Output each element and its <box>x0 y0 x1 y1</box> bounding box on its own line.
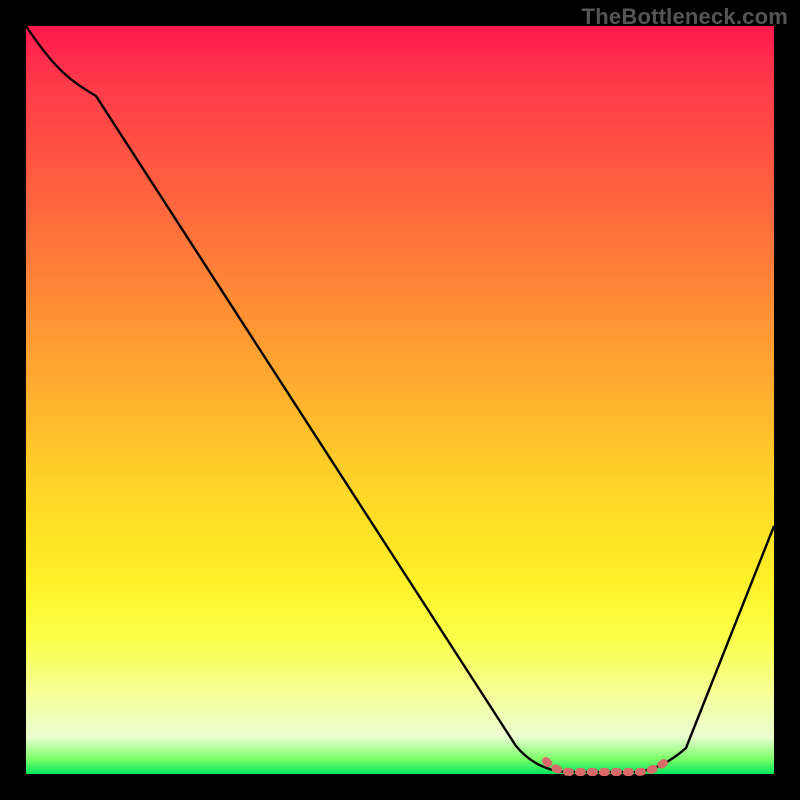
flat-region-marker <box>546 761 666 772</box>
bottleneck-curve <box>26 26 774 774</box>
chart-frame: TheBottleneck.com <box>0 0 800 800</box>
plot-area <box>26 26 774 774</box>
watermark-text: TheBottleneck.com <box>582 4 788 30</box>
curve-path <box>26 26 774 772</box>
